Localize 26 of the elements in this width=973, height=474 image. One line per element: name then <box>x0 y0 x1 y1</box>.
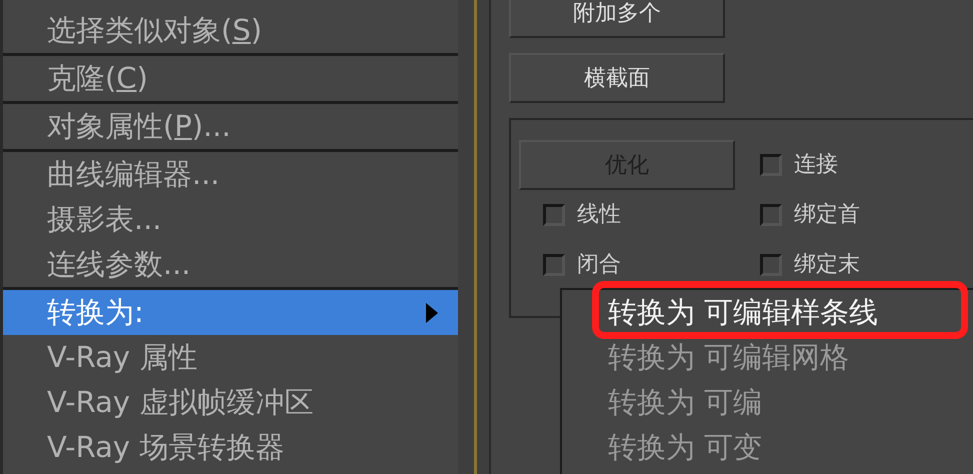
checkbox[interactable] <box>760 204 782 226</box>
menu-item[interactable]: 转换为: <box>3 290 458 335</box>
menu-item[interactable]: 摄影表... <box>3 197 458 242</box>
checkbox-label: 绑定末 <box>794 254 860 276</box>
checkbox[interactable] <box>543 254 565 276</box>
submenu-item[interactable]: 转换为 可编辑网格 <box>562 335 973 380</box>
menu-item[interactable]: 连线参数... <box>3 242 458 287</box>
submenu-item[interactable]: 转换为 可编辑样条线 <box>562 290 973 335</box>
menu-item[interactable]: V-Ray 虚拟帧缓冲区 <box>3 380 458 425</box>
checkbox[interactable] <box>760 154 782 176</box>
menu-item[interactable]: 选择类似对象(S) <box>3 8 458 53</box>
menu-item[interactable]: 对象属性(P)... <box>3 104 458 149</box>
panel-button[interactable]: 附加多个 <box>509 0 725 38</box>
menu-item[interactable]: 曲线编辑器... <box>3 152 458 197</box>
checkbox-label: 连接 <box>794 154 838 176</box>
submenu-item[interactable]: 转换为 可变 <box>562 425 973 470</box>
menu-item[interactable]: V-Ray 场景转换器 <box>3 425 458 470</box>
checkbox-label: 闭合 <box>577 254 621 276</box>
menu-item[interactable]: 克隆(C) <box>3 56 458 101</box>
submenu-item[interactable]: 转换为 可编 <box>562 380 973 425</box>
checkbox[interactable] <box>543 204 565 226</box>
checkbox-label: 线性 <box>577 204 621 226</box>
menu-item[interactable]: V-Ray 属性 <box>3 335 458 380</box>
checkbox-label: 绑定首 <box>794 204 860 226</box>
checkbox[interactable] <box>760 254 782 276</box>
panel-button[interactable]: 横截面 <box>509 53 725 103</box>
